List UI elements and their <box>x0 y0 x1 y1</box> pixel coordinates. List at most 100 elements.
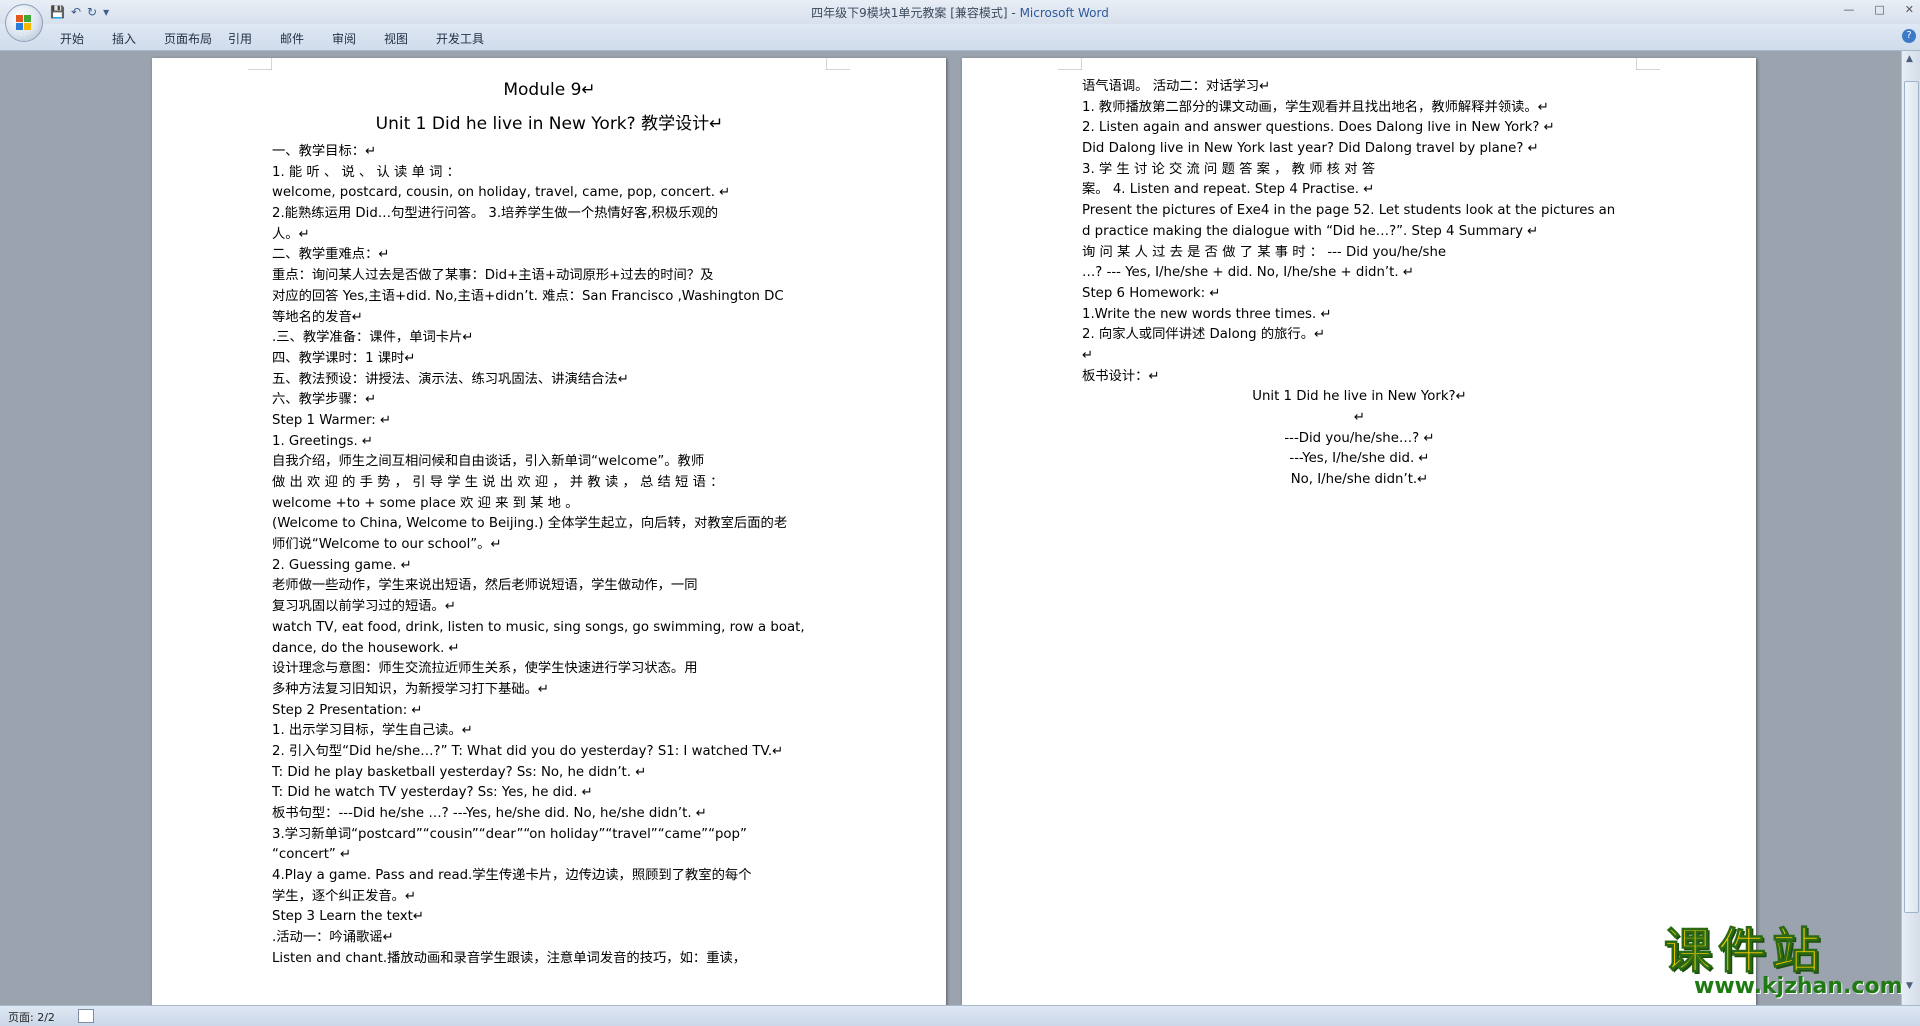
office-logo-icon <box>16 15 32 31</box>
text-line: Unit 1 Did he live in New York?↵ <box>1252 389 1467 405</box>
help-icon[interactable]: ? <box>1902 29 1916 43</box>
close-button[interactable]: ✕ <box>1905 3 1914 16</box>
page-counter[interactable]: 页面: 2/2 <box>8 1009 55 1025</box>
text-line: dance, do the housework. ↵ <box>272 640 460 656</box>
text-line: 板书设计：↵ <box>1082 368 1160 384</box>
text-line: .三、教学准备：课件，单词卡片↵ <box>272 330 474 346</box>
office-button[interactable] <box>5 4 43 42</box>
crop-mark-icon <box>826 58 850 70</box>
page-2-body: 语气语调。 活动二：对话学习↵ 1. 教师播放第二部分的课文动画，学生观看并且找… <box>1082 77 1637 491</box>
text-line: 1. Greetings. ↵ <box>272 433 374 449</box>
scrollbar-thumb[interactable] <box>1904 81 1919 913</box>
text-line: 师们说“Welcome to our school”。↵ <box>272 537 502 553</box>
text-line: 1.Write the new words three times. ↵ <box>1082 306 1332 322</box>
text-line: .活动一：吟诵歌谣↵ <box>272 930 394 946</box>
text-line: 2.能熟练运用 Did…句型进行问答。 3.培养学生做一个热情好客,积极乐观的 <box>272 206 719 222</box>
crop-mark-icon <box>1636 58 1660 70</box>
window-controls: — □ ✕ <box>1843 0 1914 18</box>
document-workspace[interactable]: Module 9↵ Unit 1 Did he live in New York?… <box>0 51 1902 1005</box>
status-bar: 页面: 2/2 <box>0 1005 1920 1026</box>
text-line: Step 6 Homework: ↵ <box>1082 285 1221 301</box>
document-page-2[interactable]: 语气语调。 活动二：对话学习↵ 1. 教师播放第二部分的课文动画，学生观看并且找… <box>962 58 1756 1005</box>
text-line: watch TV, eat food, drink, listen to mus… <box>272 619 805 635</box>
text-line: 自我介绍，师生之间互相问候和自由谈话，引入新单词“welcome”。教师 <box>272 454 705 470</box>
text-line: (Welcome to China, Welcome to Beijing.) … <box>272 516 788 532</box>
page-1-body: Module 9↵ Unit 1 Did he live in New York?… <box>272 78 827 970</box>
ribbon-tabs: 开始 插入 页面布局 引用 邮件 审阅 视图 开发工具 <box>60 30 500 47</box>
text-line: welcome +to + some place 欢 迎 来 到 某 地 。 <box>272 495 579 511</box>
text-line: ↵ <box>1082 347 1094 363</box>
scroll-down-icon[interactable]: ▼ <box>1906 981 1913 991</box>
text-line: 4.Play a game. Pass and read.学生传递卡片，边传边读… <box>272 868 752 884</box>
text-line: 2. Guessing game. ↵ <box>272 557 412 573</box>
watermark-logo-text: 课件站 <box>1663 923 1827 979</box>
window-title: 四年级下9模块1单元教案 [兼容模式] - Microsoft Word <box>811 6 1109 20</box>
text-line: ↵ <box>1353 410 1366 425</box>
text-line: 询 问 某 人 过 去 是 否 做 了 某 事 时 ： --- Did you/… <box>1082 244 1447 260</box>
text-line: 老师做一些动作，学生来说出短语，然后老师说短语，学生做动作，一同 <box>272 578 698 594</box>
text-line: …? --- Yes, I/he/she + did. No, I/he/she… <box>1082 265 1414 281</box>
text-line: 设计理念与意图：师生交流拉近师生关系，使学生快速进行学习状态。用 <box>272 661 698 677</box>
tab-review[interactable]: 审阅 <box>332 30 384 47</box>
text-line: 重点：询问某人过去是否做了某事：Did+主语+动词原形+过去的时间？及 <box>272 268 714 284</box>
ribbon: 开始 插入 页面布局 引用 邮件 审阅 视图 开发工具 ? <box>0 24 1920 51</box>
text-line: ---Did you/he/she…? ↵ <box>1284 430 1435 446</box>
text-line: 多种方法复习旧知识，为新授学习打下基础。↵ <box>272 681 550 697</box>
text-line: 复习巩固以前学习过的短语。↵ <box>272 599 457 615</box>
watermark-url: www.kjzhan.com <box>1694 974 1903 999</box>
text-line: 1. 教师播放第二部分的课文动画，学生观看并且找出地名，教师解释并领读。↵ <box>1082 99 1549 115</box>
text-line: 学生，逐个纠正发音。↵ <box>272 888 417 904</box>
scroll-up-icon[interactable]: ▲ <box>1906 54 1913 64</box>
text-line: No, I/he/she didn’t.↵ <box>1290 472 1429 488</box>
text-line: Did Dalong live in New York last year? D… <box>1082 141 1539 157</box>
text-line: 人。↵ <box>272 226 310 242</box>
tab-view[interactable]: 视图 <box>384 30 436 47</box>
tab-page-layout[interactable]: 页面布局 <box>164 30 228 47</box>
text-line: 2. 向家人或同伴讲述 Dalong 的旅行。↵ <box>1082 327 1326 343</box>
document-name: 四年级下9模块1单元教案 [兼容模式] <box>811 6 1008 20</box>
text-line: Listen and chant.播放动画和录音学生跟读，注意单词发音的技巧，如… <box>272 950 747 966</box>
tab-developer[interactable]: 开发工具 <box>436 30 500 47</box>
text-line: “concert” ↵ <box>272 847 352 863</box>
text-line: 对应的回答 Yes,主语+did. No,主语+didn’t. 难点：San F… <box>272 288 784 304</box>
minimize-button[interactable]: — <box>1843 3 1854 16</box>
tab-home[interactable]: 开始 <box>60 30 112 47</box>
proofing-icon[interactable] <box>78 1009 94 1023</box>
crop-mark-icon <box>248 58 272 70</box>
text-line: 2. Listen again and answer questions. Do… <box>1082 120 1555 136</box>
text-line: 四、教学课时：1 课时↵ <box>272 350 416 366</box>
vertical-scrollbar[interactable]: ▲ ▼ <box>1901 51 1920 1005</box>
text-line: 板书句型：---Did he/she …? ---Yes, he/she did… <box>272 806 707 821</box>
text-line: Step 2 Presentation: ↵ <box>272 702 423 718</box>
text-line: 1. 能 听 、 说 、 认 读 单 词 ： <box>272 164 460 180</box>
text-line: 1. 出示学习目标，学生自己读。↵ <box>272 723 473 739</box>
text-line: Unit 1 Did he live in New York? 教学设计↵ <box>375 114 724 134</box>
text-line: 六、教学步骤：↵ <box>272 392 377 408</box>
site-watermark: 课件站 www.kjzhan.com <box>1663 923 1903 1001</box>
text-line: 等地名的发音↵ <box>272 309 363 325</box>
document-page-1[interactable]: Module 9↵ Unit 1 Did he live in New York?… <box>152 58 946 1005</box>
text-line: T: Did he play basketball yesterday? Ss:… <box>272 764 647 780</box>
text-line: 五、教法预设：讲授法、演示法、练习巩固法、讲演结合法↵ <box>272 371 629 387</box>
text-line: 语气语调。 活动二：对话学习↵ <box>1082 79 1271 94</box>
text-line: welcome, postcard, cousin, on holiday, t… <box>272 185 731 201</box>
text-line: Step 3 Learn the text↵ <box>272 909 425 925</box>
text-line: 2. 引入句型“Did he/she…?” T: What did you do… <box>272 743 784 759</box>
text-line: 做 出 欢 迎 的 手 势 ， 引 导 学 生 说 出 欢 迎 ， 并 教 读 … <box>272 475 724 490</box>
app-name: Microsoft Word <box>1019 6 1109 20</box>
tab-insert[interactable]: 插入 <box>112 30 164 47</box>
text-line: 3. 学 生 讨 论 交 流 问 题 答 案 ， 教 师 核 对 答 <box>1082 161 1376 177</box>
text-line: Module 9↵ <box>503 80 596 100</box>
tab-references[interactable]: 引用 <box>228 30 280 47</box>
text-line: T: Did he watch TV yesterday? Ss: Yes, h… <box>272 785 593 801</box>
text-line: 一、教学目标：↵ <box>272 144 377 159</box>
text-line: d practice making the dialogue with “Did… <box>1082 223 1539 239</box>
text-line: 3.学习新单词“postcard”“cousin”“dear”“on holid… <box>272 826 747 842</box>
text-line: 二、教学重难点：↵ <box>272 247 390 263</box>
tab-mailings[interactable]: 邮件 <box>280 30 332 47</box>
crop-mark-icon <box>1058 58 1082 70</box>
text-line: 案。 4. Listen and repeat. Step 4 Practise… <box>1082 182 1375 198</box>
text-line: Step 1 Warmer: ↵ <box>272 412 392 428</box>
maximize-button[interactable]: □ <box>1874 3 1884 16</box>
text-line: ---Yes, I/he/she did. ↵ <box>1289 451 1430 467</box>
